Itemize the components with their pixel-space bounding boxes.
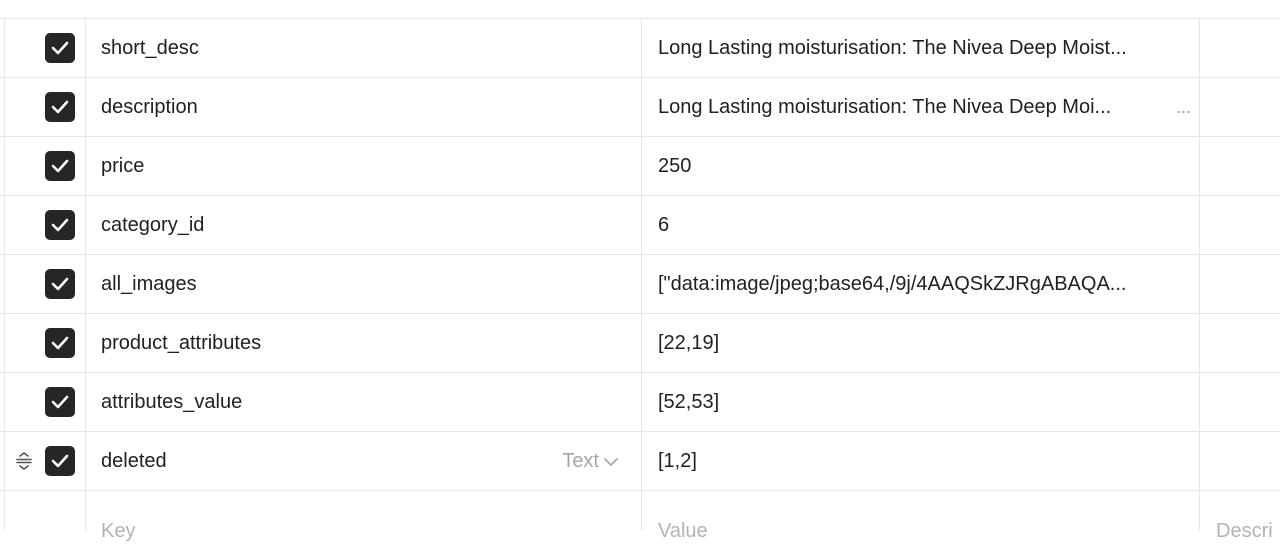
description-cell[interactable] xyxy=(1200,314,1280,372)
key-text: price xyxy=(101,155,145,177)
key-text: all_images xyxy=(101,273,197,295)
key-text: product_attributes xyxy=(101,332,262,354)
description-input-placeholder[interactable]: Descri xyxy=(1216,502,1273,560)
checkmark-icon xyxy=(51,218,69,232)
key-text: description xyxy=(101,96,198,118)
key-cell[interactable]: deleted Text xyxy=(85,432,642,490)
value-input-placeholder[interactable]: Value xyxy=(658,502,708,560)
table-row: all_images ["data:image/jpeg;base64,/9j/… xyxy=(0,255,1280,314)
description-cell[interactable] xyxy=(1200,137,1280,195)
description-cell[interactable] xyxy=(1200,19,1280,77)
value-cell[interactable]: 6 xyxy=(642,196,1200,254)
description-cell[interactable] xyxy=(1200,196,1280,254)
checkbox-cell xyxy=(4,373,86,431)
value-text: [22,19] xyxy=(658,332,720,354)
value-text: ["data:image/jpeg;base64,/9j/4AAQSkZJRgA… xyxy=(658,273,1127,295)
checkbox-cell xyxy=(4,196,86,254)
table-row: category_id 6 xyxy=(0,196,1280,255)
key-cell[interactable]: all_images xyxy=(85,255,642,313)
drag-handle-icon[interactable] xyxy=(14,452,34,475)
value-cell[interactable]: 250 xyxy=(642,137,1200,195)
value-cell[interactable]: Long Lasting moisturisation: The Nivea D… xyxy=(642,78,1200,136)
value-text: 6 xyxy=(658,214,670,236)
params-table: short_desc Long Lasting moisturisation: … xyxy=(0,0,1280,542)
table-row: price 250 xyxy=(0,137,1280,196)
key-text: short_desc xyxy=(101,37,199,59)
checkbox-cell xyxy=(4,255,86,313)
value-text: Long Lasting moisturisation: The Nivea D… xyxy=(658,96,1112,118)
chevron-down-icon xyxy=(604,457,618,466)
description-cell[interactable] xyxy=(1200,432,1280,490)
value-text: [1,2] xyxy=(658,450,697,472)
row-enabled-checkbox[interactable] xyxy=(45,328,75,358)
checkmark-icon xyxy=(51,41,69,55)
key-cell[interactable]: description xyxy=(85,78,642,136)
checkbox-cell xyxy=(4,78,86,136)
description-cell[interactable]: Descri xyxy=(1200,491,1280,542)
key-type-label: Text xyxy=(562,450,599,472)
description-cell[interactable] xyxy=(1200,255,1280,313)
checkmark-icon xyxy=(51,336,69,350)
row-enabled-checkbox[interactable] xyxy=(45,33,75,63)
key-type-dropdown[interactable]: Text xyxy=(562,432,619,490)
key-cell[interactable]: short_desc xyxy=(85,19,642,77)
table-row: attributes_value [52,53] xyxy=(0,373,1280,432)
row-enabled-checkbox[interactable] xyxy=(45,151,75,181)
table-row: deleted Text [1,2] xyxy=(0,432,1280,491)
value-cell[interactable]: [22,19] xyxy=(642,314,1200,372)
checkmark-icon xyxy=(51,159,69,173)
key-cell[interactable]: product_attributes xyxy=(85,314,642,372)
key-text: attributes_value xyxy=(101,391,243,413)
checkmark-icon xyxy=(51,454,69,468)
table-row: description Long Lasting moisturisation:… xyxy=(0,78,1280,137)
checkbox-cell xyxy=(4,314,86,372)
description-cell[interactable] xyxy=(1200,78,1280,136)
key-cell[interactable]: Key xyxy=(85,491,642,542)
row-enabled-checkbox[interactable] xyxy=(45,387,75,417)
table-top-edge xyxy=(0,0,1280,19)
value-text: [52,53] xyxy=(658,391,720,413)
key-cell[interactable]: category_id xyxy=(85,196,642,254)
key-text: category_id xyxy=(101,214,205,236)
row-enabled-checkbox[interactable] xyxy=(45,446,75,476)
row-enabled-checkbox[interactable] xyxy=(45,210,75,240)
row-enabled-checkbox[interactable] xyxy=(45,92,75,122)
checkbox-cell xyxy=(4,137,86,195)
value-cell[interactable]: Long Lasting moisturisation: The Nivea D… xyxy=(642,19,1200,77)
value-cell[interactable]: Value xyxy=(642,491,1200,542)
description-cell[interactable] xyxy=(1200,373,1280,431)
new-row: Key Value Descri xyxy=(0,491,1280,542)
value-cell[interactable]: [52,53] xyxy=(642,373,1200,431)
checkmark-icon xyxy=(51,395,69,409)
table-row: product_attributes [22,19] xyxy=(0,314,1280,373)
checkbox-cell xyxy=(4,491,86,531)
checkbox-cell xyxy=(4,432,86,490)
key-cell[interactable]: price xyxy=(85,137,642,195)
value-cell[interactable]: [1,2] xyxy=(642,432,1200,490)
value-text: Long Lasting moisturisation: The Nivea D… xyxy=(658,37,1127,59)
checkmark-icon xyxy=(51,277,69,291)
checkmark-icon xyxy=(51,100,69,114)
table-row: short_desc Long Lasting moisturisation: … xyxy=(0,19,1280,78)
key-text: deleted xyxy=(101,450,167,472)
checkbox-cell xyxy=(4,19,86,77)
value-text: 250 xyxy=(658,155,692,177)
value-cell[interactable]: ["data:image/jpeg;base64,/9j/4AAQSkZJRgA… xyxy=(642,255,1200,313)
expand-value-button[interactable]: ... xyxy=(1176,78,1191,136)
key-input-placeholder[interactable]: Key xyxy=(101,502,135,560)
row-enabled-checkbox[interactable] xyxy=(45,269,75,299)
key-cell[interactable]: attributes_value xyxy=(85,373,642,431)
